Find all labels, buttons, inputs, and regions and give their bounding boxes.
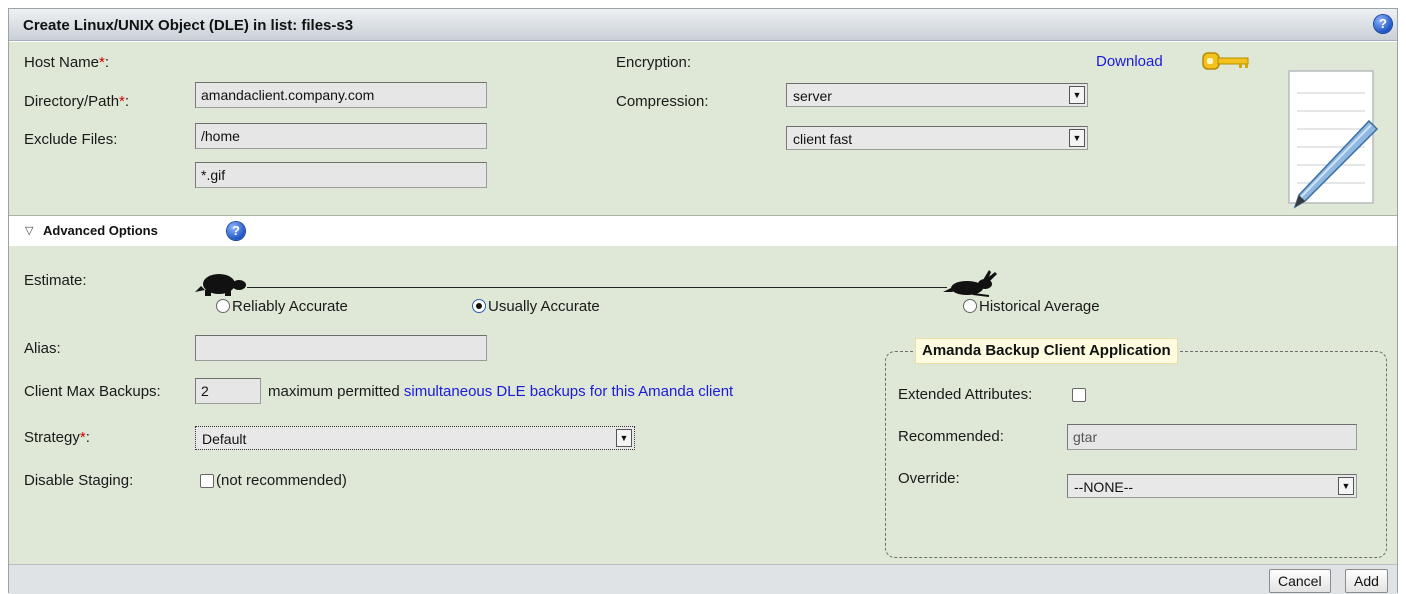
estimate-radio-usually-accurate[interactable] xyxy=(472,299,486,313)
strategy-label: Strategy*: xyxy=(24,429,90,446)
help-icon[interactable]: ? xyxy=(1374,15,1392,33)
encryption-value: server xyxy=(793,88,832,104)
rabbit-icon xyxy=(943,270,997,297)
exclude-files-label: Exclude Files: xyxy=(24,131,118,148)
estimate-slider-track xyxy=(247,287,947,288)
strategy-select[interactable]: Default ▼ xyxy=(195,426,635,450)
override-select[interactable]: --NONE-- ▼ xyxy=(1067,474,1357,498)
basic-options-section: Host Name*: amandaclient.company.com Dir… xyxy=(9,42,1397,216)
client-application-group xyxy=(885,351,1387,558)
dialog-title: Create Linux/UNIX Object (DLE) in list: … xyxy=(23,17,354,34)
key-icon[interactable] xyxy=(1201,51,1253,71)
advanced-options-toggle[interactable]: ▽ Advanced Options ? xyxy=(9,216,1397,246)
dialog-header: Create Linux/UNIX Object (DLE) in list: … xyxy=(9,9,1397,41)
estimate-option-label: Usually Accurate xyxy=(488,298,600,315)
disable-staging-checkbox[interactable] xyxy=(200,474,214,488)
strategy-value: Default xyxy=(202,431,247,447)
directory-path-input[interactable]: /home xyxy=(195,123,487,149)
client-max-backups-desc: maximum permitted simultaneous DLE backu… xyxy=(268,383,734,400)
exclude-files-input[interactable]: *.gif xyxy=(195,162,487,188)
chevron-down-icon: ▼ xyxy=(1069,129,1085,147)
estimate-label: Estimate: xyxy=(24,272,87,289)
chevron-down-icon: ▼ xyxy=(1338,477,1354,495)
turtle-icon xyxy=(195,274,246,296)
dialog-footer: Cancel Add xyxy=(9,564,1397,594)
add-button[interactable]: Add xyxy=(1345,569,1388,593)
directory-path-label: Directory/Path*: xyxy=(24,93,130,110)
override-value: --NONE-- xyxy=(1074,479,1134,495)
estimate-radio-historical-average[interactable] xyxy=(963,299,977,313)
disable-staging-label: Disable Staging: xyxy=(24,472,134,489)
compression-label: Compression: xyxy=(616,93,709,110)
recommended-input: gtar xyxy=(1067,424,1357,450)
alias-label: Alias: xyxy=(24,340,61,357)
client-max-backups-label: Client Max Backups: xyxy=(24,383,161,400)
recommended-label: Recommended: xyxy=(898,428,1004,445)
host-name-label: Host Name*: xyxy=(24,54,110,71)
alias-input[interactable] xyxy=(195,335,487,361)
estimate-option-label: Historical Average xyxy=(979,298,1100,315)
chevron-down-icon: ▼ xyxy=(616,429,632,447)
compression-value: client fast xyxy=(793,131,853,147)
estimate-radio-reliably-accurate[interactable] xyxy=(216,299,230,313)
encryption-select[interactable]: server ▼ xyxy=(786,83,1088,107)
override-label: Override: xyxy=(898,470,960,487)
notepad-pencil-icon xyxy=(1288,70,1379,209)
estimate-option-label: Reliably Accurate xyxy=(232,298,348,315)
download-link[interactable]: Download xyxy=(1096,53,1163,70)
compression-select[interactable]: client fast ▼ xyxy=(786,126,1088,150)
encryption-label: Encryption: xyxy=(616,54,692,71)
advanced-options-label: Advanced Options xyxy=(43,223,158,238)
chevron-down-icon: ▼ xyxy=(1069,86,1085,104)
host-name-input[interactable]: amandaclient.company.com xyxy=(195,82,487,108)
client-max-backups-input[interactable]: 2 xyxy=(195,378,261,404)
dle-create-dialog: Create Linux/UNIX Object (DLE) in list: … xyxy=(8,8,1398,594)
extended-attributes-label: Extended Attributes: xyxy=(898,386,1033,403)
simultaneous-backups-link[interactable]: simultaneous DLE backups for this Amanda… xyxy=(404,383,733,400)
advanced-options-section: Estimate: Reliably Accurate Usually Accu… xyxy=(9,246,1397,564)
disable-staging-note: (not recommended) xyxy=(216,472,347,489)
extended-attributes-checkbox[interactable] xyxy=(1072,388,1086,402)
triangle-down-icon: ▽ xyxy=(25,225,34,237)
client-application-legend: Amanda Backup Client Application xyxy=(915,338,1178,364)
help-icon[interactable]: ? xyxy=(227,222,245,240)
cancel-button[interactable]: Cancel xyxy=(1269,569,1331,593)
